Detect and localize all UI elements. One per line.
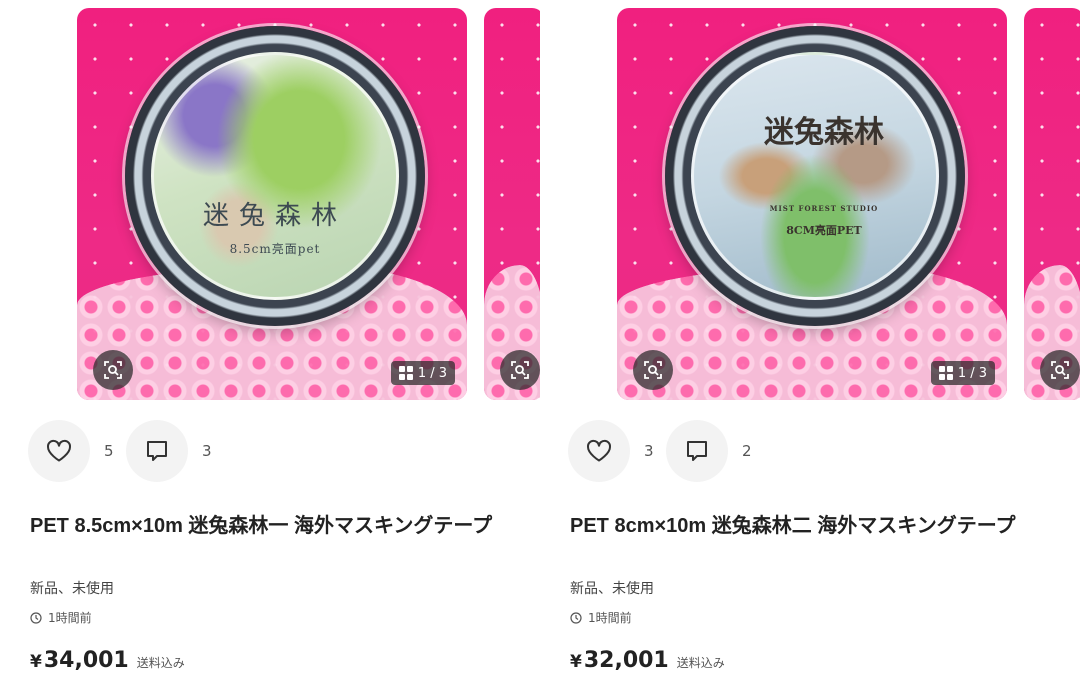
- image-search-button[interactable]: [1040, 350, 1080, 390]
- image-search-icon: [644, 361, 662, 379]
- listing-time-text: 1時間前: [588, 611, 632, 625]
- image-search-icon: [1051, 361, 1069, 379]
- product-title[interactable]: PET 8cm×10m 迷兔森林二 海外マスキングテープ: [570, 510, 1060, 542]
- product-image[interactable]: 迷兔森林 8.5cm亮面pet 1 / 3: [77, 8, 467, 400]
- tape-roll: 迷兔森林 MIST FOREST STUDIO 8CM亮面PET: [665, 26, 965, 326]
- tape-title: 迷兔森林: [764, 115, 884, 150]
- comment-count: 3: [202, 442, 212, 460]
- image-search-button[interactable]: [633, 350, 673, 390]
- comment-icon: [687, 441, 707, 461]
- image-search-icon: [104, 361, 122, 379]
- price-amount: 34,001: [43, 648, 129, 673]
- action-bar: 5 3: [28, 420, 224, 482]
- product-image[interactable]: 迷兔森林 MIST FOREST STUDIO 8CM亮面PET 1 / 3: [617, 8, 1007, 400]
- comment-button[interactable]: [126, 420, 188, 482]
- image-carousel[interactable]: 迷兔森林 8.5cm亮面pet 1 / 3: [77, 8, 540, 400]
- like-count: 5: [104, 442, 114, 460]
- image-counter: 1 / 3: [930, 361, 995, 385]
- comment-icon: [147, 441, 167, 461]
- tape-roll: 迷兔森林 8.5cm亮面pet: [125, 26, 425, 326]
- price-amount: 32,001: [583, 648, 669, 673]
- shipping-label: 送料込み: [136, 656, 185, 670]
- tape-artwork: 迷兔森林 8.5cm亮面pet: [151, 52, 399, 300]
- image-search-button[interactable]: [93, 350, 133, 390]
- currency-symbol: ¥: [30, 652, 42, 672]
- tape-artwork: 迷兔森林 MIST FOREST STUDIO 8CM亮面PET: [691, 52, 939, 300]
- next-image-preview[interactable]: [1024, 8, 1080, 400]
- product-card[interactable]: 迷兔森林 8.5cm亮面pet 1 / 3 5 3 PET 8.5cm×10m …: [0, 0, 540, 682]
- product-card[interactable]: 迷兔森林 MIST FOREST STUDIO 8CM亮面PET 1 / 3 3…: [540, 0, 1080, 682]
- like-button[interactable]: [28, 420, 90, 482]
- clock-icon: [30, 611, 42, 624]
- product-price: ¥ 32,001 送料込み: [570, 648, 725, 673]
- product-condition: 新品、未使用: [570, 581, 654, 597]
- like-button[interactable]: [568, 420, 630, 482]
- action-bar: 3 2: [568, 420, 764, 482]
- listing-time: 1時間前: [30, 609, 92, 626]
- image-counter-text: 1 / 3: [957, 365, 987, 381]
- currency-symbol: ¥: [570, 652, 582, 672]
- product-title[interactable]: PET 8.5cm×10m 迷兔森林一 海外マスキングテープ: [30, 510, 520, 542]
- product-condition: 新品、未使用: [30, 581, 114, 597]
- image-carousel[interactable]: 迷兔森林 MIST FOREST STUDIO 8CM亮面PET 1 / 3: [617, 8, 1080, 400]
- image-search-icon: [511, 361, 529, 379]
- comment-count: 2: [742, 442, 752, 460]
- image-counter-text: 1 / 3: [417, 365, 447, 381]
- tape-subtitle: 8CM亮面PET: [786, 224, 862, 237]
- image-search-button[interactable]: [500, 350, 540, 390]
- clock-icon: [570, 611, 582, 624]
- heart-icon: [47, 439, 71, 462]
- gallery-grid-icon: [398, 366, 413, 380]
- image-counter: 1 / 3: [390, 361, 455, 385]
- next-image-preview[interactable]: [484, 8, 540, 400]
- tape-subtitle: 8.5cm亮面pet: [229, 242, 321, 256]
- gallery-grid-icon: [938, 366, 953, 380]
- listing-time: 1時間前: [570, 609, 632, 626]
- product-price: ¥ 34,001 送料込み: [30, 648, 185, 673]
- tape-title: 迷兔森林: [202, 201, 347, 231]
- comment-button[interactable]: [666, 420, 728, 482]
- heart-icon: [587, 439, 611, 462]
- like-count: 3: [644, 442, 654, 460]
- shipping-label: 送料込み: [676, 656, 725, 670]
- listing-time-text: 1時間前: [48, 611, 92, 625]
